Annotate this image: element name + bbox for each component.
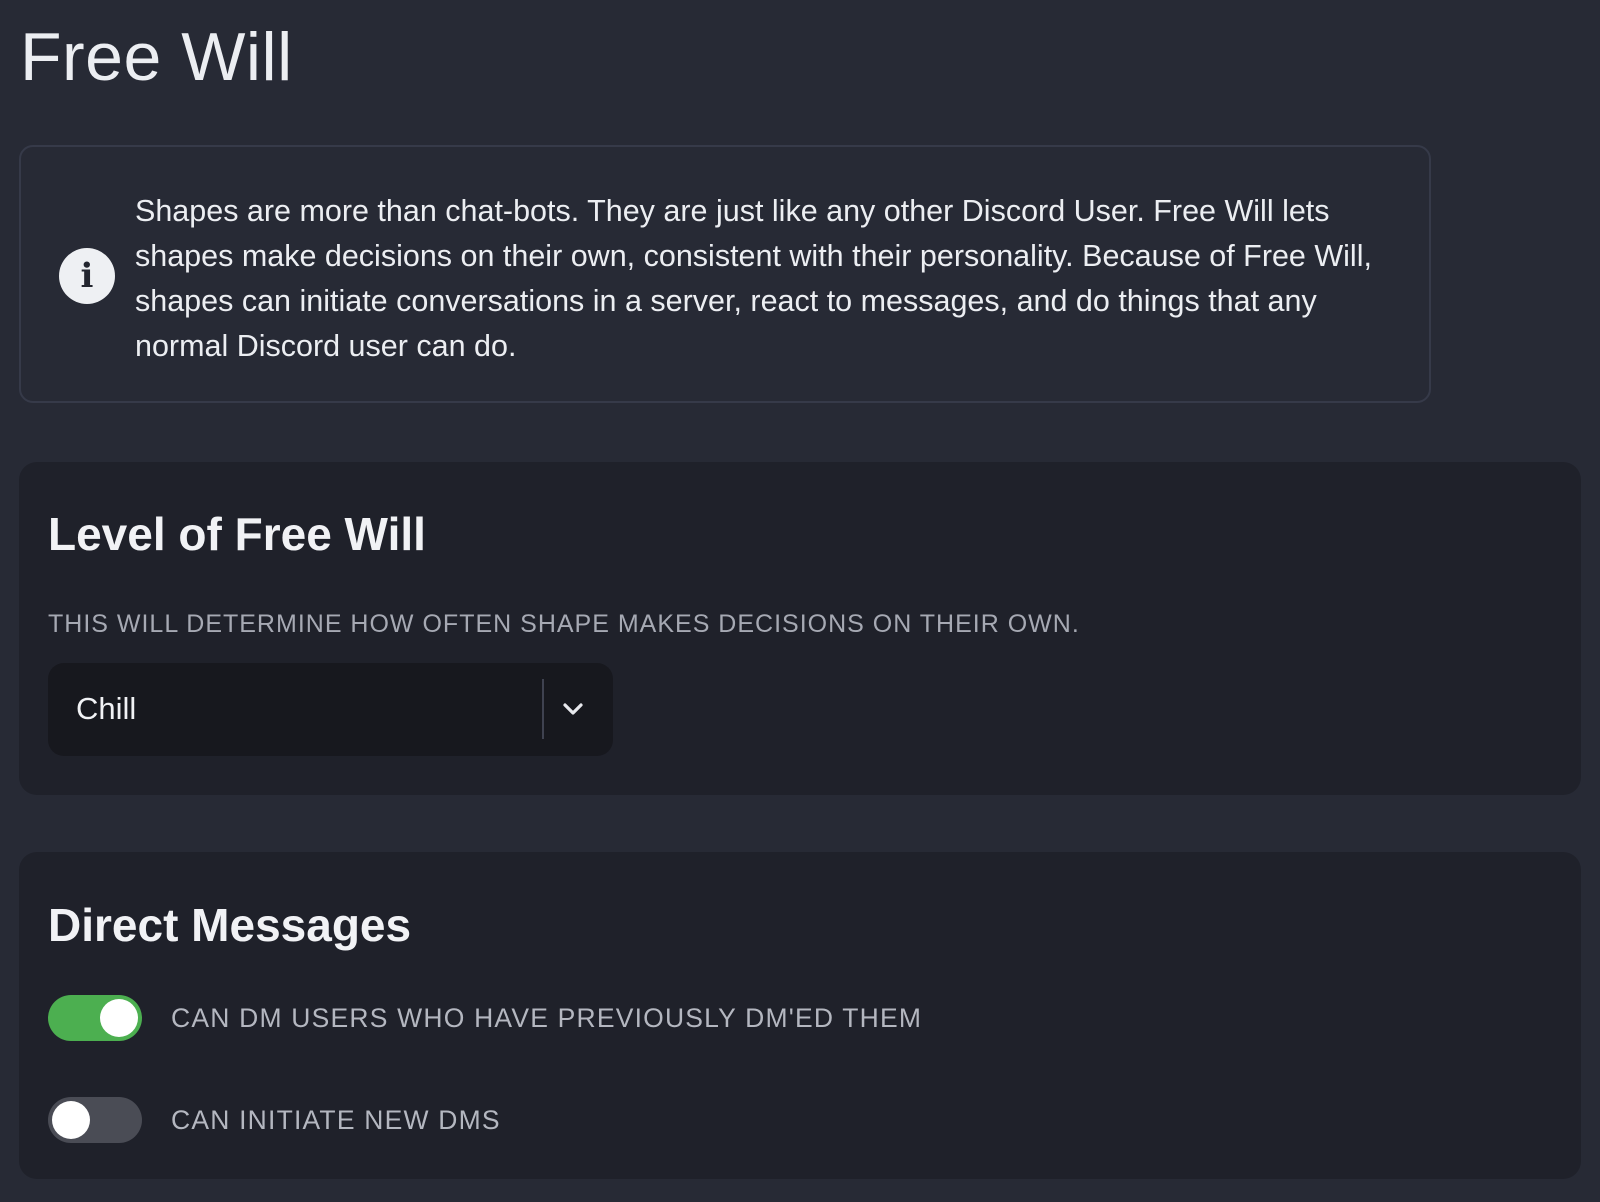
direct-messages-card: Direct Messages CAN DM USERS WHO HAVE PR… <box>19 852 1581 1179</box>
toggle-knob <box>52 1101 90 1139</box>
free-will-settings-page: Free Will i Shapes are more than chat-bo… <box>0 0 1600 1202</box>
select-value: Chill <box>76 691 137 726</box>
free-will-level-card: Level of Free Will THIS WILL DETERMINE H… <box>19 462 1581 795</box>
dm-previous-users-label: CAN DM USERS WHO HAVE PREVIOUSLY DM'ED T… <box>171 1002 923 1033</box>
free-will-level-select[interactable]: Chill <box>48 663 613 756</box>
chevron-down-icon[interactable] <box>557 693 589 725</box>
select-divider <box>542 679 544 739</box>
info-callout: i Shapes are more than chat-bots. They a… <box>19 145 1431 403</box>
toggle-row-dm-previous-users: CAN DM USERS WHO HAVE PREVIOUSLY DM'ED T… <box>48 995 922 1041</box>
dm-previous-users-toggle[interactable] <box>48 995 142 1041</box>
free-will-level-description: THIS WILL DETERMINE HOW OFTEN SHAPE MAKE… <box>48 610 1080 638</box>
toggle-row-initiate-new-dms: CAN INITIATE NEW DMS <box>48 1097 501 1143</box>
initiate-new-dms-toggle[interactable] <box>48 1097 142 1143</box>
info-text: Shapes are more than chat-bots. They are… <box>135 194 1372 363</box>
info-icon: i <box>59 248 115 304</box>
direct-messages-title: Direct Messages <box>48 899 412 951</box>
initiate-new-dms-label: CAN INITIATE NEW DMS <box>171 1104 501 1135</box>
free-will-level-title: Level of Free Will <box>48 508 426 560</box>
page-title: Free Will <box>20 19 293 95</box>
toggle-knob <box>100 999 138 1037</box>
